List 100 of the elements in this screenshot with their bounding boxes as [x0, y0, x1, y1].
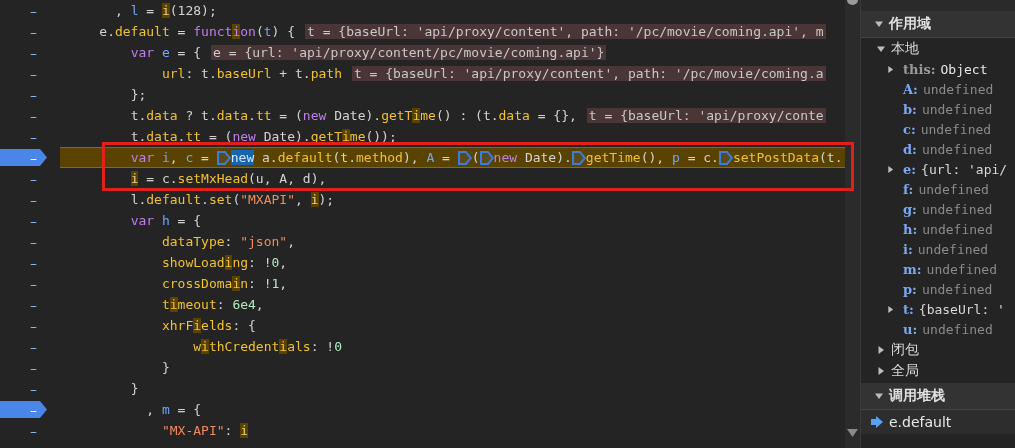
code-token: : ! [248, 255, 272, 270]
variable-row[interactable]: b: undefined [861, 99, 1015, 119]
variable-row[interactable]: u: undefined [861, 319, 1015, 339]
code-token: var [130, 45, 155, 60]
code-token: l. [130, 192, 147, 207]
code-token: ? t. [185, 108, 217, 123]
variable-row[interactable]: h: undefined [861, 219, 1015, 239]
inline-value: t = {baseUrl: 'api/proxy/content', path: '/pc/movie/coming.api', m [305, 24, 826, 39]
line-number: – [30, 128, 37, 145]
variable-row[interactable]: t: {baseUrl: ' [861, 299, 1015, 319]
variable-name: A: [903, 81, 918, 97]
collapsed-triangle-icon[interactable] [887, 165, 894, 173]
search-match: i [161, 3, 170, 18]
code-token: (128); [169, 3, 217, 18]
code-token: a. [262, 150, 278, 165]
variable-row[interactable]: this: Object [861, 59, 1015, 79]
expanded-triangle-icon[interactable] [875, 392, 883, 400]
code-token: = { [177, 45, 202, 60]
tree-item[interactable]: 本地 [861, 38, 1015, 59]
code-token: Date). [334, 108, 382, 123]
variable-row[interactable]: m: undefined [861, 259, 1015, 279]
code-token: + t. [279, 66, 311, 81]
code-token: = ( [208, 129, 233, 144]
code-token: method [356, 150, 403, 165]
variable-name: h: [903, 221, 918, 237]
code-token: data [146, 129, 178, 144]
inline-value: e = {url: 'api/proxy/content/pc/movie/coming.api'} [211, 45, 607, 60]
code-token: m [161, 402, 170, 417]
collapsed-triangle-icon[interactable] [877, 366, 885, 375]
step-marker-icon[interactable] [571, 150, 586, 165]
code-token: var [130, 213, 155, 228]
variable-row[interactable]: A: undefined [861, 79, 1015, 99]
code-token: : [224, 423, 234, 438]
step-marker-icon[interactable] [479, 150, 494, 165]
variable-value: undefined [922, 81, 994, 97]
code-token: ()); [365, 129, 397, 144]
code-token: setPostData [732, 150, 820, 165]
code-token: ); [318, 192, 335, 207]
step-marker-icon[interactable] [457, 150, 472, 165]
line-number: – [30, 317, 37, 334]
line-number: – [30, 23, 37, 40]
code-token: (u, A, d), [248, 171, 327, 186]
line-number: – [30, 86, 37, 103]
variable-name: g: [903, 201, 917, 217]
breakpoint-marker[interactable] [0, 149, 47, 166]
step-marker-icon[interactable] [718, 150, 733, 165]
collapsed-triangle-icon[interactable] [877, 345, 885, 354]
expanded-triangle-icon[interactable] [875, 20, 883, 28]
tree-item[interactable]: 全局 [861, 360, 1015, 381]
code-token: baseUrl [216, 66, 272, 81]
inline-value: t = {baseUrl: 'api/proxy/content', path: '/pc/movie/coming.a [351, 66, 826, 81]
code-token: h [161, 213, 170, 228]
code-token: : [224, 234, 234, 249]
variable-name: m: [903, 261, 922, 277]
code-token: Date). [263, 129, 311, 144]
code-token: timeout [161, 297, 217, 312]
code-token: Date). [524, 150, 572, 165]
variable-name: p: [903, 281, 917, 297]
search-match: i [130, 171, 139, 186]
code-token: ), [402, 150, 420, 165]
variable-row[interactable]: i: undefined [861, 239, 1015, 259]
code-token: getTime [381, 108, 436, 123]
variable-row[interactable]: c: undefined [861, 119, 1015, 139]
code-token: () : (t. [435, 108, 499, 123]
variable-row[interactable]: f: undefined [861, 179, 1015, 199]
code-token: default [277, 150, 333, 165]
code-token: , [295, 192, 304, 207]
variable-row[interactable]: d: undefined [861, 139, 1015, 159]
expanded-triangle-icon[interactable] [877, 44, 885, 53]
scroll-down-icon[interactable] [847, 429, 858, 437]
code-token: ( [232, 192, 241, 207]
variable-value: undefined [921, 141, 993, 157]
line-number: – [30, 191, 37, 208]
breakpoint-marker[interactable] [0, 401, 47, 418]
line-number: – [30, 2, 37, 19]
stack-frame[interactable]: e.default [861, 410, 1015, 434]
code-token: url [161, 66, 186, 81]
code-token: , [279, 276, 288, 291]
variable-name: b: [903, 101, 917, 117]
variable-row[interactable]: g: undefined [861, 199, 1015, 219]
collapsed-triangle-icon[interactable] [887, 65, 894, 73]
search-match: i [240, 423, 249, 438]
code-token: ( [255, 24, 264, 39]
section-header[interactable]: 调用堆栈 [861, 383, 1015, 410]
code-token: = [146, 3, 156, 18]
section-header[interactable]: 作用域 [861, 11, 1015, 38]
code-token: l [130, 3, 139, 18]
collapsed-triangle-icon[interactable] [887, 305, 894, 313]
tree-item[interactable]: 闭包 [861, 339, 1015, 360]
variable-value: {url: 'api/ [921, 161, 1008, 177]
code-token: = [177, 24, 187, 39]
variable-row[interactable]: p: undefined [861, 279, 1015, 299]
step-marker-icon[interactable] [216, 150, 231, 165]
variable-name: d: [903, 141, 917, 157]
code-token: default [114, 24, 170, 39]
variable-row[interactable]: e: {url: 'api/ [861, 159, 1015, 179]
scrollbar[interactable] [845, 0, 860, 448]
line-number: – [30, 107, 37, 124]
code-token: new [493, 150, 518, 165]
code-token: = { [177, 402, 202, 417]
